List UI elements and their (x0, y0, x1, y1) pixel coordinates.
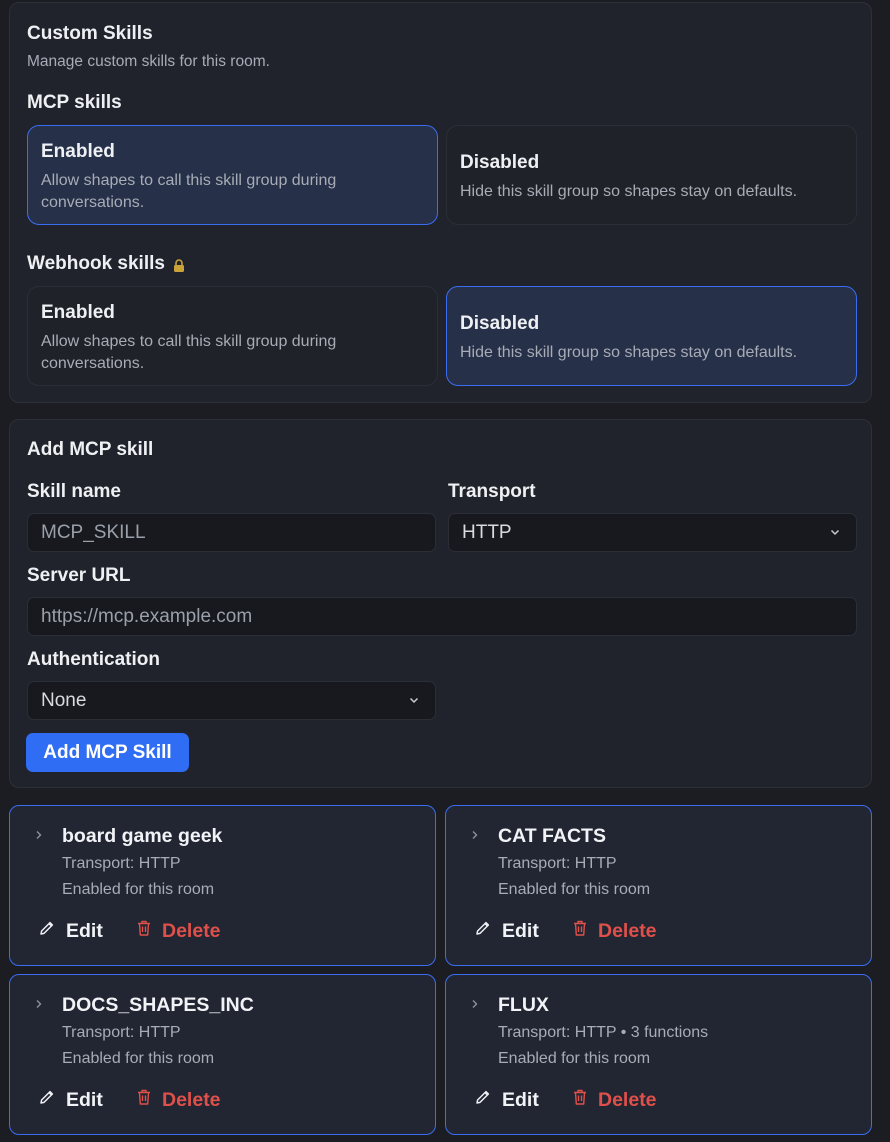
trash-icon (572, 919, 588, 943)
custom-skills-title: Custom Skills (27, 23, 153, 44)
edit-label: Edit (66, 919, 103, 942)
skill-card[interactable]: CAT FACTS Transport: HTTP Enabled for th… (445, 805, 872, 966)
pencil-icon (474, 919, 492, 943)
skill-card[interactable]: FLUX Transport: HTTP • 3 functions Enabl… (445, 974, 872, 1135)
skill-name-placeholder: MCP_SKILL (41, 522, 146, 543)
mcp-skills-heading: MCP skills (27, 92, 122, 113)
skill-card[interactable]: DOCS_SHAPES_INC Transport: HTTP Enabled … (9, 974, 436, 1135)
trash-icon (136, 1088, 152, 1112)
webhook-disabled-option[interactable]: Disabled Hide this skill group so shapes… (446, 286, 857, 386)
edit-button[interactable]: Edit (474, 1088, 539, 1112)
authentication-select[interactable]: None (27, 681, 436, 720)
server-url-input[interactable]: https://mcp.example.com (27, 597, 857, 636)
skill-status: Enabled for this room (498, 881, 651, 898)
delete-label: Delete (598, 1088, 657, 1111)
mcp-enabled-option[interactable]: Enabled Allow shapes to call this skill … (27, 125, 438, 225)
chevron-right-icon[interactable] (34, 828, 44, 842)
delete-button[interactable]: Delete (572, 919, 657, 943)
skill-status: Enabled for this room (62, 1050, 215, 1067)
delete-button[interactable]: Delete (136, 919, 221, 943)
chevron-down-icon (406, 692, 422, 708)
authentication-label: Authentication (27, 649, 160, 670)
edit-label: Edit (502, 919, 539, 942)
pencil-icon (38, 919, 56, 943)
option-title: Enabled (41, 302, 115, 323)
delete-label: Delete (162, 1088, 221, 1111)
trash-icon (572, 1088, 588, 1112)
transport-label: Transport (448, 481, 536, 502)
skill-name-input[interactable]: MCP_SKILL (27, 513, 436, 552)
skill-transport: Transport: HTTP (62, 855, 181, 872)
pencil-icon (38, 1088, 56, 1112)
edit-button[interactable]: Edit (38, 1088, 103, 1112)
option-title: Disabled (460, 152, 540, 173)
skill-transport: Transport: HTTP (498, 855, 617, 872)
chevron-right-icon[interactable] (470, 997, 480, 1011)
add-mcp-skill-button[interactable]: Add MCP Skill (26, 733, 189, 772)
trash-icon (136, 919, 152, 943)
pencil-icon (474, 1088, 492, 1112)
server-url-placeholder: https://mcp.example.com (41, 606, 253, 627)
delete-label: Delete (598, 919, 657, 942)
edit-button[interactable]: Edit (474, 919, 539, 943)
option-title: Disabled (460, 313, 540, 334)
add-mcp-skill-title: Add MCP skill (27, 439, 154, 460)
delete-label: Delete (162, 919, 221, 942)
webhook-enabled-option[interactable]: Enabled Allow shapes to call this skill … (27, 286, 438, 386)
skill-name: FLUX (498, 994, 549, 1016)
skill-name-label: Skill name (27, 481, 121, 502)
transport-value: HTTP (462, 522, 512, 543)
skill-name: DOCS_SHAPES_INC (62, 994, 254, 1016)
skill-transport: Transport: HTTP • 3 functions (498, 1024, 709, 1041)
server-url-label: Server URL (27, 565, 131, 586)
option-description: Allow shapes to call this skill group du… (41, 172, 337, 211)
chevron-right-icon[interactable] (470, 828, 480, 842)
delete-button[interactable]: Delete (136, 1088, 221, 1112)
option-description: Hide this skill group so shapes stay on … (460, 344, 798, 361)
custom-skills-subtitle: Manage custom skills for this room. (27, 53, 270, 70)
webhook-skills-label: Webhook skills (27, 253, 165, 274)
lock-icon (173, 257, 185, 272)
skill-status: Enabled for this room (62, 881, 215, 898)
option-description: Hide this skill group so shapes stay on … (460, 183, 798, 200)
skill-transport: Transport: HTTP (62, 1024, 181, 1041)
chevron-right-icon[interactable] (34, 997, 44, 1011)
option-description: Allow shapes to call this skill group du… (41, 333, 337, 372)
webhook-skills-heading: Webhook skills (27, 253, 185, 275)
chevron-down-icon (827, 524, 843, 540)
skill-name: board game geek (62, 825, 223, 847)
delete-button[interactable]: Delete (572, 1088, 657, 1112)
transport-select[interactable]: HTTP (448, 513, 857, 552)
option-title: Enabled (41, 141, 115, 162)
edit-label: Edit (502, 1088, 539, 1111)
skill-card[interactable]: board game geek Transport: HTTP Enabled … (9, 805, 436, 966)
custom-skills-panel: Custom Skills Manage custom skills for t… (9, 2, 872, 403)
authentication-value: None (41, 690, 87, 711)
edit-label: Edit (66, 1088, 103, 1111)
skill-status: Enabled for this room (498, 1050, 651, 1067)
mcp-disabled-option[interactable]: Disabled Hide this skill group so shapes… (446, 125, 857, 225)
skill-name: CAT FACTS (498, 825, 606, 847)
edit-button[interactable]: Edit (38, 919, 103, 943)
